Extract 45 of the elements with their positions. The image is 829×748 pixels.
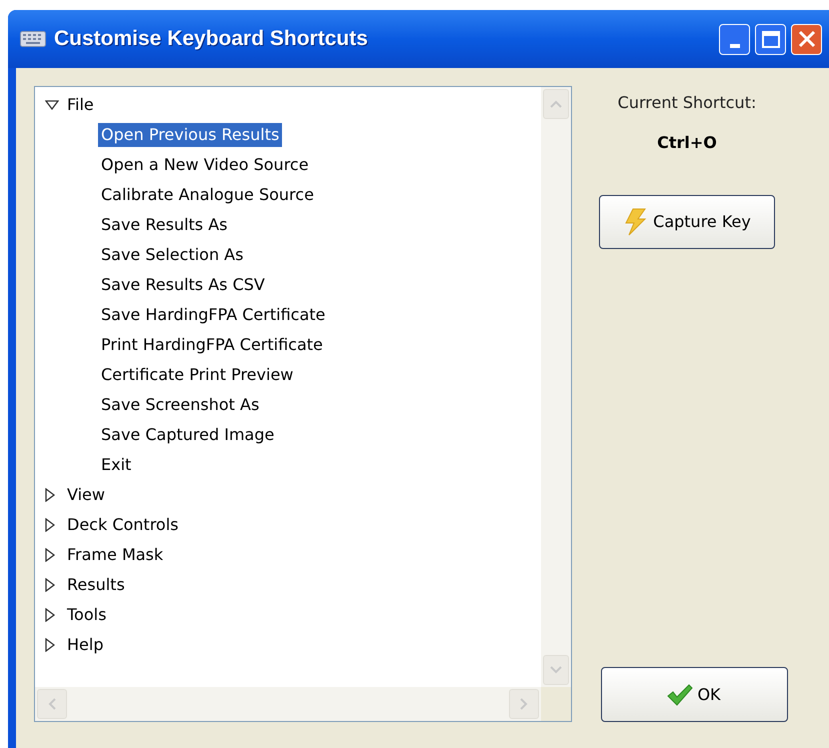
tree-category[interactable]: File xyxy=(67,93,94,117)
collapsed-arrow-icon[interactable] xyxy=(45,608,55,622)
keyboard-icon xyxy=(20,31,46,47)
tree-item[interactable]: Save HardingFPA Certificate xyxy=(98,303,328,327)
tree-item[interactable]: Open a New Video Source xyxy=(98,153,312,177)
tree-item[interactable]: Open Previous Results xyxy=(98,123,282,147)
chevron-down-icon xyxy=(550,666,562,674)
tree-category[interactable]: View xyxy=(67,483,105,507)
tree-item[interactable]: Print HardingFPA Certificate xyxy=(98,333,326,357)
chevron-left-icon xyxy=(48,698,56,710)
close-button[interactable] xyxy=(791,24,822,54)
close-icon xyxy=(798,30,816,48)
tree-item[interactable]: Exit xyxy=(98,453,134,477)
current-shortcut-value: Ctrl+O xyxy=(657,132,717,154)
tree-category[interactable]: Deck Controls xyxy=(67,513,178,537)
tree-category[interactable]: Help xyxy=(67,633,104,657)
tree-category[interactable]: Results xyxy=(67,573,125,597)
window-title: Customise Keyboard Shortcuts xyxy=(54,26,368,52)
current-shortcut-label: Current Shortcut: xyxy=(618,92,756,114)
minimize-button[interactable] xyxy=(719,24,750,54)
collapsed-arrow-icon[interactable] xyxy=(45,578,55,592)
tree-item[interactable]: Calibrate Analogue Source xyxy=(98,183,317,207)
tree-category[interactable]: Frame Mask xyxy=(67,543,164,567)
chevron-up-icon xyxy=(550,100,562,108)
checkmark-icon xyxy=(667,684,694,706)
collapsed-arrow-icon[interactable] xyxy=(45,548,55,562)
ok-button[interactable]: OK xyxy=(600,667,788,722)
chevron-right-icon xyxy=(520,698,528,710)
tree-item[interactable]: Save Captured Image xyxy=(98,423,278,447)
capture-key-button[interactable]: Capture Key xyxy=(599,195,775,249)
expanded-arrow-icon[interactable] xyxy=(45,100,59,110)
tree-item[interactable]: Save Results As xyxy=(98,213,230,237)
minimize-icon xyxy=(730,44,740,48)
maximize-button[interactable] xyxy=(755,24,786,54)
collapsed-arrow-icon[interactable] xyxy=(45,488,55,502)
maximize-icon xyxy=(762,30,780,48)
tree-item[interactable]: Save Results As CSV xyxy=(98,273,268,297)
collapsed-arrow-icon[interactable] xyxy=(45,518,55,532)
collapsed-arrow-icon[interactable] xyxy=(45,638,55,652)
tree-category[interactable]: Tools xyxy=(67,603,106,627)
tree-item[interactable]: Save Selection As xyxy=(98,243,246,267)
tree-item[interactable]: Save Screenshot As xyxy=(98,393,262,417)
tree-item[interactable]: Certificate Print Preview xyxy=(98,363,296,387)
lightning-icon xyxy=(623,208,648,236)
scrollbar-corner xyxy=(541,687,571,721)
